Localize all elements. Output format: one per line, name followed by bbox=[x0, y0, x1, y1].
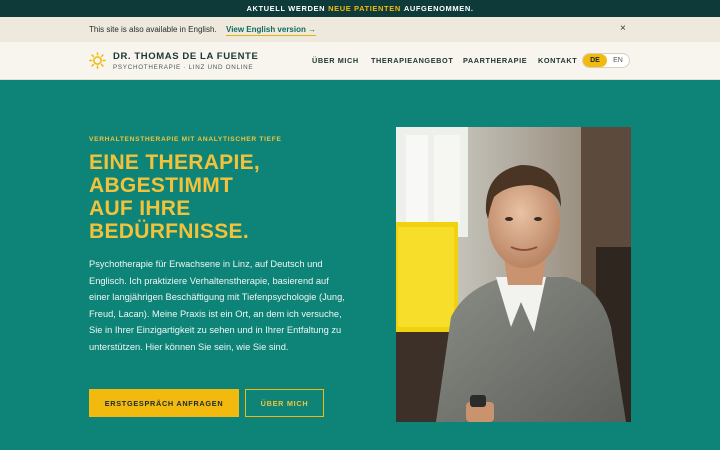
language-notice-text: This site is also available in English. bbox=[89, 25, 217, 34]
announcement-suffix: AUFGENOMMEN. bbox=[403, 4, 474, 13]
nav-ueber-mich[interactable]: ÜBER MICH bbox=[312, 56, 359, 65]
headline-line: BEDÜRFNISSE. bbox=[89, 220, 249, 243]
about-me-button[interactable]: ÜBER MICH bbox=[245, 389, 324, 417]
lang-en-option[interactable]: EN bbox=[607, 54, 629, 67]
headline-line: EINE THERAPIE, bbox=[89, 151, 261, 174]
nav-kontakt[interactable]: KONTAKT bbox=[538, 56, 577, 65]
request-consultation-button[interactable]: ERSTGESPRÄCH ANFRAGEN bbox=[89, 389, 239, 417]
therapist-portrait-photo bbox=[396, 127, 631, 422]
lang-de-option[interactable]: DE bbox=[583, 54, 607, 67]
hero-eyebrow: VERHALTENSTHERAPIE MIT ANALYTISCHER TIEF… bbox=[89, 136, 282, 143]
hero-description: Psychotherapie für Erwachsene in Linz, a… bbox=[89, 259, 345, 352]
language-toggle[interactable]: DE EN bbox=[582, 53, 630, 68]
announcement-bar: AKTUELL WERDEN NEUE PATIENTEN AUFGENOMME… bbox=[0, 0, 720, 17]
language-notice-bar: This site is also available in English. … bbox=[0, 17, 720, 42]
nav-therapieangebot[interactable]: THERAPIEANGEBOT bbox=[371, 56, 453, 65]
announcement-prefix: AKTUELL WERDEN bbox=[246, 4, 326, 13]
announcement-highlight: NEUE PATIENTEN bbox=[328, 4, 401, 13]
brand-name[interactable]: DR. THOMAS DE LA FUENTE bbox=[113, 51, 258, 62]
headline-line: ABGESTIMMT bbox=[89, 174, 234, 197]
english-version-link[interactable]: View English version → bbox=[226, 25, 317, 36]
brand-subtitle: PSYCHOTHERAPIE · LINZ UND ONLINE bbox=[113, 64, 254, 71]
nav-paartherapie[interactable]: PAARTHERAPIE bbox=[463, 56, 527, 65]
sun-logo-icon[interactable] bbox=[89, 52, 106, 69]
close-icon[interactable]: × bbox=[620, 23, 626, 34]
headline-line: AUF IHRE bbox=[89, 197, 191, 220]
hero-headline: EINE THERAPIE, ABGESTIMMT AUF IHRE BEDÜR… bbox=[89, 151, 349, 243]
